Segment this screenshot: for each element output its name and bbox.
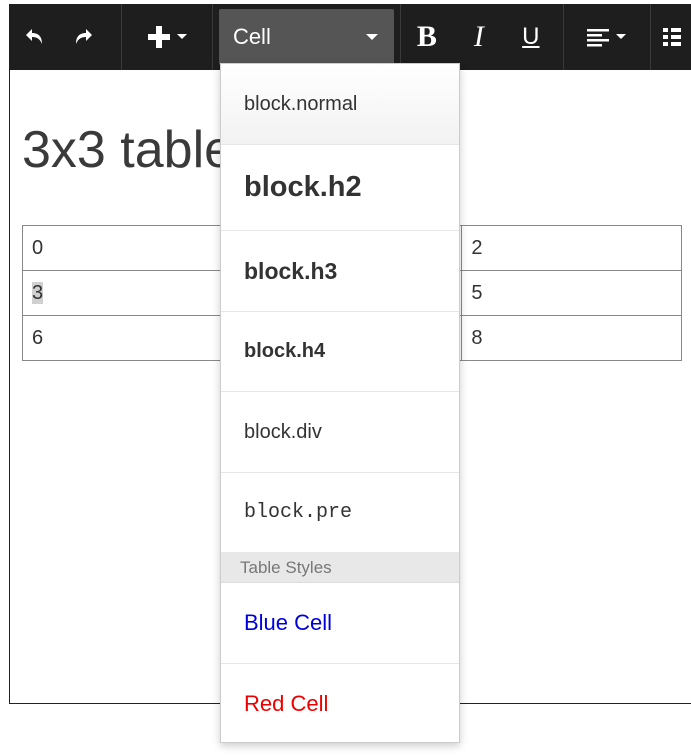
menu-item-block-normal[interactable]: block.normal <box>221 64 459 145</box>
menu-item-block-div[interactable]: block.div <box>221 392 459 473</box>
menu-item-block-pre[interactable]: block.pre <box>221 473 459 553</box>
menu-item-block-h3[interactable]: block.h3 <box>221 231 459 312</box>
align-group <box>564 4 652 70</box>
insert-button[interactable] <box>122 4 212 70</box>
editor-toolbar: Cell B I U <box>9 4 691 70</box>
menu-item-block-h2[interactable]: block.h2 <box>221 145 459 231</box>
table-cell[interactable]: 2 <box>461 225 682 271</box>
menu-item-block-h4[interactable]: block.h4 <box>221 312 459 392</box>
selected-text: 3 <box>32 281 44 304</box>
list-group <box>651 4 691 70</box>
table-cell[interactable]: 6 <box>22 315 243 361</box>
menu-item-blue-cell[interactable]: Blue Cell <box>221 583 459 664</box>
caret-down-icon <box>616 34 627 39</box>
redo-icon <box>76 29 92 44</box>
insert-group <box>122 4 214 70</box>
menu-item-red-cell[interactable]: Red Cell <box>221 664 459 744</box>
caret-down-icon <box>365 34 378 40</box>
format-group: B I U <box>401 4 565 70</box>
plus-icon <box>148 26 171 48</box>
align-left-icon <box>587 29 610 47</box>
menu-section-header: Table Styles <box>221 553 459 583</box>
history-group <box>9 4 123 70</box>
redo-button[interactable] <box>59 4 109 70</box>
list-button[interactable] <box>651 4 691 70</box>
italic-button[interactable]: I <box>453 4 505 70</box>
block-style-dropdown: block.normal block.h2 block.h3 block.h4 … <box>220 63 460 743</box>
list-icon <box>663 28 682 46</box>
block-style-value: Cell <box>232 24 271 49</box>
table-cell[interactable]: 3 <box>22 270 243 316</box>
caret-down-icon <box>177 34 188 39</box>
bold-button[interactable]: B <box>401 4 453 70</box>
table-cell[interactable]: 5 <box>461 270 682 316</box>
undo-icon <box>26 29 42 44</box>
undo-button[interactable] <box>9 4 59 70</box>
block-style-select[interactable]: Cell <box>218 9 394 65</box>
underline-button[interactable]: U <box>505 4 557 70</box>
align-button[interactable] <box>564 4 650 70</box>
table-cell[interactable]: 0 <box>22 225 243 271</box>
table-cell[interactable]: 8 <box>461 315 682 361</box>
style-group: Cell <box>213 4 401 70</box>
